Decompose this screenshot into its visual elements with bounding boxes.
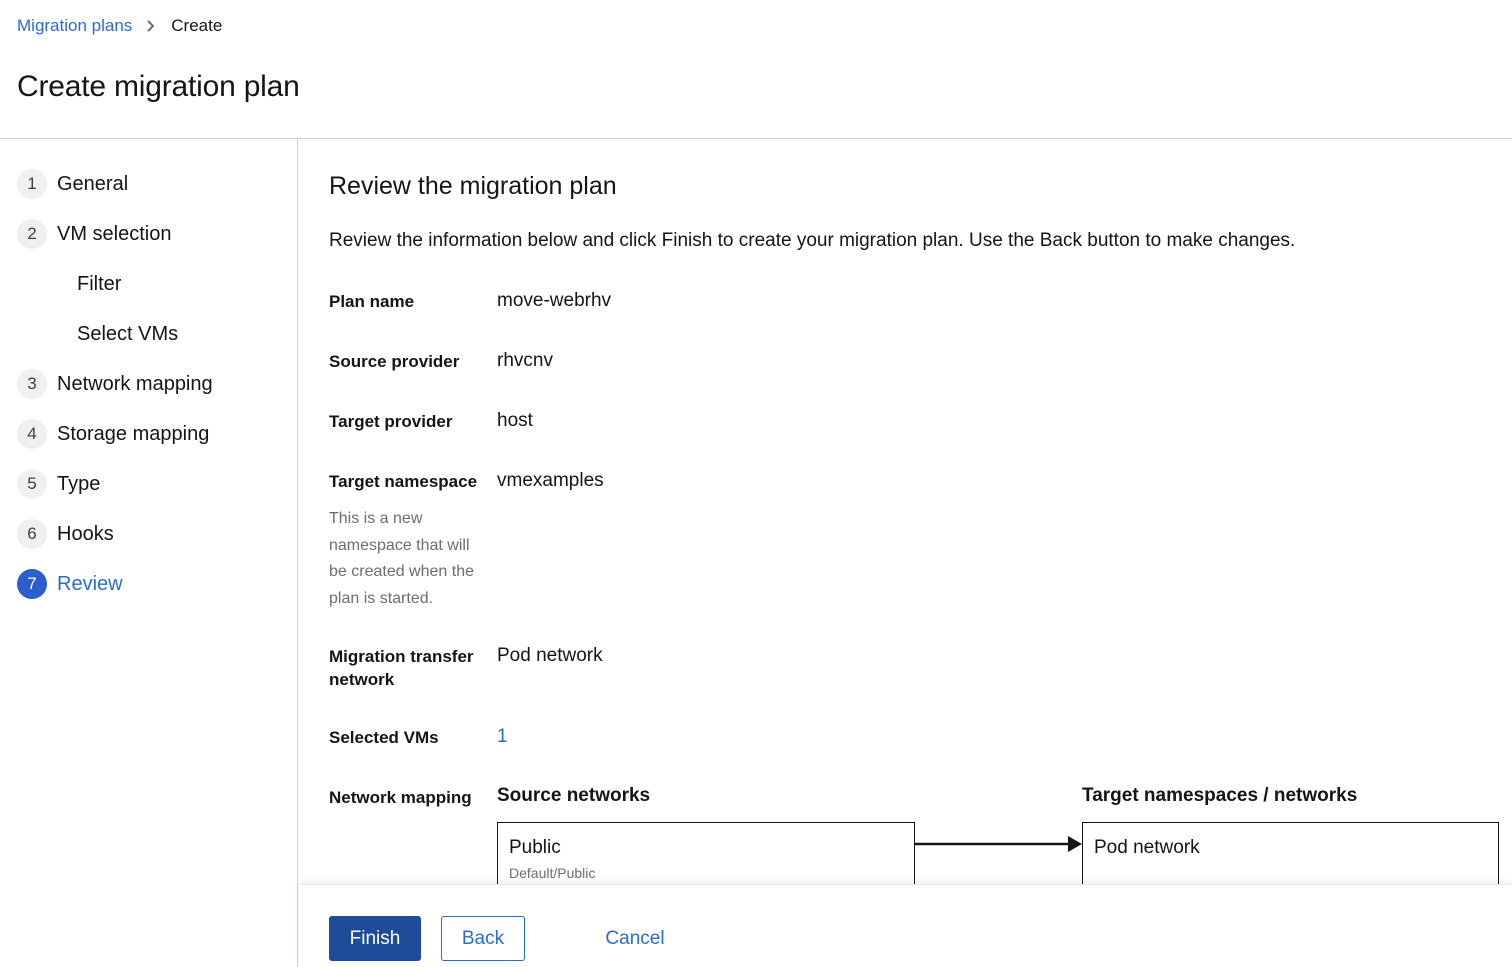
breadcrumb-current: Create: [171, 16, 223, 35]
step-label: Select VMs: [77, 322, 179, 345]
cancel-button[interactable]: Cancel: [591, 916, 679, 961]
plan-name-label: Plan name: [329, 292, 415, 311]
section-title: Review the migration plan: [329, 172, 617, 200]
source-network-name: Public: [509, 837, 561, 858]
chevron-right-icon: [146, 20, 155, 32]
transfer-network-value: Pod network: [497, 645, 603, 666]
wizard-substep-filter[interactable]: Filter: [77, 269, 121, 299]
plan-name-value: move-webrhv: [497, 290, 612, 311]
wizard-step-hooks[interactable]: 6 Hooks: [17, 519, 114, 549]
step-number: 7: [17, 569, 47, 599]
wizard-step-vm-selection[interactable]: 2 VM selection: [17, 219, 172, 249]
intro-text: Review the information below and click F…: [329, 230, 1296, 251]
wizard-step-type[interactable]: 5 Type: [17, 469, 100, 499]
target-networks-header: Target namespaces / networks: [1082, 785, 1358, 806]
target-network-box: Pod network: [1082, 822, 1499, 884]
step-label: Review: [57, 572, 123, 595]
target-provider-value: host: [497, 410, 533, 431]
wizard-step-general[interactable]: 1 General: [17, 169, 128, 199]
step-number: 4: [17, 419, 47, 449]
selected-vms-count-link[interactable]: 1: [497, 725, 508, 748]
step-label: General: [57, 172, 129, 195]
network-mapping-label: Network mapping: [329, 788, 472, 807]
page-header: Migration plans Create Create migration …: [0, 0, 1512, 139]
step-label: Hooks: [57, 522, 114, 545]
step-label: Storage mapping: [57, 422, 210, 445]
mapping-arrow-icon: [914, 836, 1082, 852]
wizard-step-review[interactable]: 7 Review: [17, 569, 123, 599]
step-number: 3: [17, 369, 47, 399]
source-network-box: Public Default/Public: [497, 822, 915, 884]
step-label: Network mapping: [57, 372, 213, 395]
step-label: VM selection: [57, 222, 172, 245]
target-namespace-help-text: This is a new namespace that will be cre…: [329, 510, 474, 607]
target-network-name: Pod network: [1094, 837, 1200, 858]
target-namespace-label: Target namespace: [329, 472, 478, 491]
step-number: 2: [17, 219, 47, 249]
step-number: 1: [17, 169, 47, 199]
wizard-step-network-mapping[interactable]: 3 Network mapping: [17, 369, 213, 399]
wizard-substep-select-vms[interactable]: Select VMs: [77, 319, 178, 349]
transfer-network-label: Migration transfer network: [329, 647, 474, 689]
wizard-footer: Finish Back Cancel: [299, 884, 1512, 967]
source-networks-header: Source networks: [497, 785, 651, 806]
source-network-path: Default/Public: [509, 865, 596, 881]
page-title: Create migration plan: [17, 70, 300, 103]
target-provider-label: Target provider: [329, 412, 453, 431]
step-label: Filter: [77, 272, 122, 295]
step-label: Type: [57, 472, 101, 495]
selected-vms-label: Selected VMs: [329, 728, 439, 747]
source-provider-value: rhvcnv: [497, 350, 553, 371]
target-namespace-value: vmexamples: [497, 470, 604, 491]
finish-button[interactable]: Finish: [329, 916, 421, 961]
wizard-content: Review the migration plan Review the inf…: [299, 139, 1512, 884]
step-number: 6: [17, 519, 47, 549]
wizard-nav: 1 General 2 VM selection Filter Select V…: [0, 139, 298, 967]
breadcrumb: Migration plans Create: [17, 16, 222, 36]
back-button[interactable]: Back: [441, 916, 525, 961]
breadcrumb-migration-plans-link[interactable]: Migration plans: [17, 16, 132, 36]
wizard-step-storage-mapping[interactable]: 4 Storage mapping: [17, 419, 209, 449]
step-number: 5: [17, 469, 47, 499]
source-provider-label: Source provider: [329, 352, 460, 371]
